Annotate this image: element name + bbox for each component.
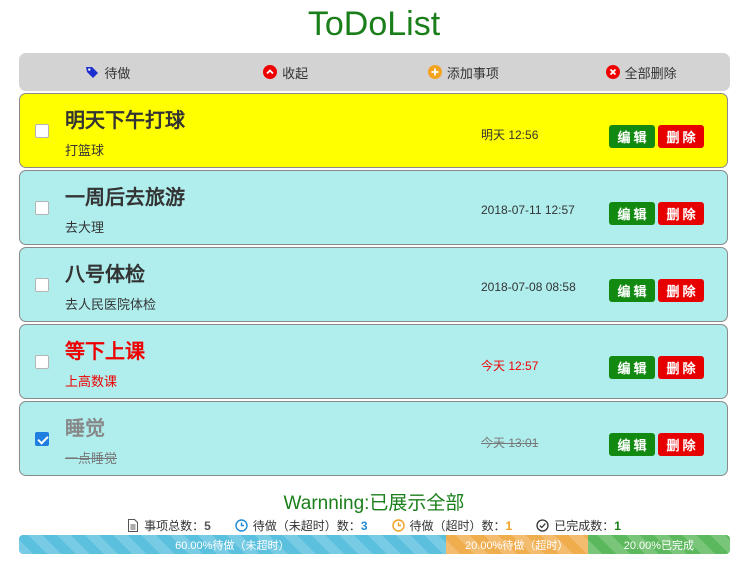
item-time: 今天 13:01: [481, 436, 539, 450]
item-title: 等下上课: [65, 341, 145, 363]
add-item-label: 添加事项: [446, 65, 499, 81]
item-time: 明天 12:56: [481, 128, 539, 142]
stat-total-value: 5: [204, 518, 211, 533]
item-title: 明天下午打球: [65, 110, 185, 132]
stat-pending-label: 待做（未超时）数：: [252, 519, 361, 533]
check-circle-icon: [536, 519, 549, 532]
tag-icon: [85, 65, 99, 79]
item-checkbox[interactable]: [35, 124, 49, 138]
progress-done: 20.00%已完成: [587, 535, 730, 554]
delete-button[interactable]: 删除: [658, 433, 704, 456]
stat-overdue-label: 待做（超时）数：: [409, 519, 506, 533]
stat-overdue: 待做（超时）数： 1: [391, 517, 513, 534]
todo-item[interactable]: 明天下午打球 打篮球 明天 12:56 编辑 删除: [19, 93, 728, 168]
item-checkbox[interactable]: [35, 201, 49, 215]
stat-done: 已完成数： 1: [536, 517, 621, 534]
edit-button[interactable]: 编辑: [609, 279, 655, 302]
item-time: 2018-07-08 08:58: [481, 280, 576, 294]
item-description: 上高数课: [65, 374, 118, 389]
item-description: 打篮球: [65, 143, 105, 158]
delete-button[interactable]: 删除: [658, 202, 704, 225]
todo-item[interactable]: 等下上课 上高数课 今天 12:57 编辑 删除: [19, 324, 728, 399]
todo-filter-label: 待做: [104, 65, 131, 81]
progress-pending: 60.00%待做（未超时）: [19, 535, 446, 554]
stat-overdue-value: 1: [505, 518, 513, 533]
collapse-label: 收起: [282, 65, 309, 81]
collapse-button[interactable]: 收起: [197, 63, 375, 82]
close-icon: [605, 65, 620, 79]
item-checkbox[interactable]: [35, 355, 49, 369]
item-description: 一点睡觉: [65, 451, 118, 466]
item-time: 2018-07-11 12:57: [481, 203, 575, 217]
edit-button[interactable]: 编辑: [609, 202, 655, 225]
stat-total: 事项总数： 5: [127, 517, 211, 534]
todo-item[interactable]: 睡觉 一点睡觉 今天 13:01 编辑 删除: [19, 401, 728, 476]
todo-filter-button[interactable]: 待做: [19, 63, 197, 82]
delete-button[interactable]: 删除: [658, 279, 704, 302]
delete-all-label: 全部删除: [624, 65, 677, 81]
item-title: 八号体检: [65, 264, 145, 286]
stat-pending: 待做（未超时）数： 3: [235, 517, 368, 534]
delete-button[interactable]: 删除: [658, 356, 704, 379]
stats-bar: 事项总数： 5 待做（未超时）数： 3 待做（超时）数： 1 已完成数： 1: [0, 517, 748, 534]
item-description: 去大理: [65, 220, 105, 235]
stat-done-value: 1: [614, 518, 621, 533]
toolbar: 待做 收起 添加事项 全部删除: [19, 53, 730, 91]
plus-icon: [427, 65, 442, 79]
delete-button[interactable]: 删除: [658, 125, 704, 148]
stat-total-label: 事项总数：: [144, 519, 205, 533]
edit-button[interactable]: 编辑: [609, 356, 655, 379]
item-time: 今天 12:57: [481, 359, 539, 373]
edit-button[interactable]: 编辑: [609, 125, 655, 148]
todo-item[interactable]: 八号体检 去人民医院体检 2018-07-08 08:58 编辑 删除: [19, 247, 728, 322]
warning-message: Warnning:已展示全部: [283, 493, 465, 514]
stat-done-label: 已完成数：: [554, 519, 615, 533]
progress-overdue: 20.00%待做（超时）: [445, 535, 588, 554]
item-checkbox[interactable]: [35, 432, 49, 446]
clock-icon: [235, 519, 248, 532]
app-title: ToDoList: [307, 5, 441, 43]
stat-pending-value: 3: [360, 518, 368, 533]
progress-bar: 60.00%待做（未超时） 20.00%待做（超时） 20.00%已完成: [19, 535, 730, 554]
item-title: 睡觉: [65, 418, 105, 440]
item-checkbox[interactable]: [35, 278, 49, 292]
alarm-clock-icon: [391, 519, 405, 532]
add-item-button[interactable]: 添加事项: [375, 63, 553, 82]
item-title: 一周后去旅游: [65, 187, 185, 209]
edit-button[interactable]: 编辑: [609, 433, 655, 456]
chevron-up-icon: [263, 65, 278, 79]
delete-all-button[interactable]: 全部删除: [552, 63, 730, 82]
document-icon: [128, 519, 139, 532]
todo-item[interactable]: 一周后去旅游 去大理 2018-07-11 12:57 编辑 删除: [19, 170, 728, 245]
item-description: 去人民医院体检: [65, 297, 157, 312]
